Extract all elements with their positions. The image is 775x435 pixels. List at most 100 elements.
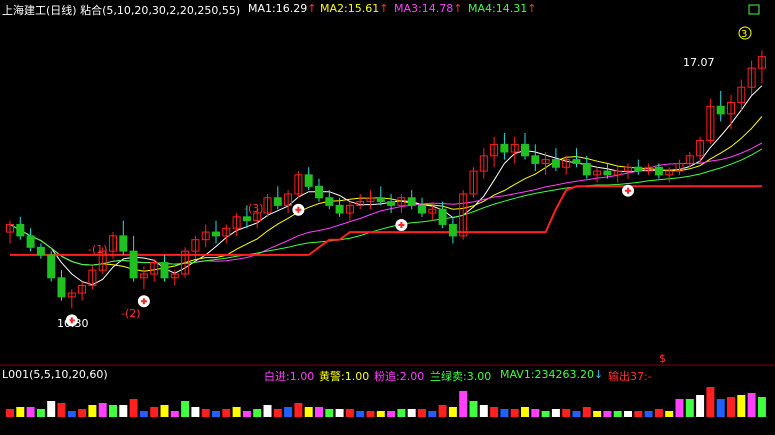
- indicator-bar: [490, 407, 499, 417]
- indicator-bar: [335, 409, 344, 417]
- indicator-name: L001(5,5,10,20,60): [2, 368, 108, 381]
- indicator-bar: [459, 391, 468, 417]
- wave-label-2: -(2): [121, 307, 141, 320]
- candle-body: [654, 166, 663, 176]
- indicator-bar: [325, 409, 334, 417]
- indicator-bar: [294, 403, 303, 417]
- indicator-bar: [479, 405, 488, 417]
- candle-body: [325, 197, 334, 206]
- indicator-bar: [448, 407, 457, 417]
- indicator-bar: [201, 409, 210, 417]
- indicator-huang: 黄警:1.00: [319, 370, 370, 383]
- indicator-bar: [521, 407, 529, 417]
- indicator-bar: [541, 411, 550, 417]
- indicator-bar: [315, 407, 323, 417]
- candle-body: [521, 143, 529, 157]
- wave-label-1: -(1): [88, 243, 108, 256]
- indicator-bar: [469, 401, 478, 417]
- ma1-value: MA1:16.29↑: [248, 2, 317, 15]
- indicator-bar: [36, 409, 45, 417]
- indicator-bar: [366, 411, 375, 417]
- ma2-value: MA2:15.61↑: [320, 2, 389, 15]
- candle-body: [304, 174, 313, 187]
- indicator-bar: [232, 407, 241, 417]
- indicator-bar: [212, 411, 220, 417]
- ma-lines: [9, 85, 763, 286]
- dollar-label: $: [659, 352, 666, 365]
- indicator-bars: [6, 387, 766, 417]
- indicator-bar: [531, 409, 540, 417]
- candles: [6, 50, 766, 309]
- candle-body: [716, 105, 725, 115]
- indicator-bar: [654, 409, 663, 417]
- indicator-bar: [696, 395, 705, 417]
- indicator-bar: [26, 407, 35, 417]
- candle-body: [634, 166, 643, 172]
- indicator-bar: [727, 397, 735, 417]
- high-price-label: 17.07: [683, 56, 715, 69]
- indicator-bar: [418, 409, 426, 417]
- candle-body: [407, 197, 416, 206]
- indicator-bar: [582, 407, 591, 417]
- indicator-bar: [562, 409, 571, 417]
- indicator-bar: [551, 409, 560, 417]
- candle-body: [335, 204, 344, 214]
- candle-body: [26, 235, 35, 248]
- indicator-bar: [603, 411, 612, 417]
- indicator-mav1: MAV1:234263.20↓: [500, 368, 604, 381]
- low-price-label: 10.30: [57, 317, 89, 330]
- candle-body: [16, 223, 25, 237]
- candle-body: [47, 254, 56, 279]
- candle-body: [129, 250, 138, 279]
- indicator-bar: [624, 411, 632, 417]
- indicator-bar: [150, 407, 159, 417]
- wave-label-3: -(3): [244, 202, 264, 215]
- candle-body: [36, 246, 45, 256]
- indicator-bar: [222, 409, 231, 417]
- indicator-bar: [747, 393, 756, 417]
- indicator-bar: [376, 411, 385, 417]
- candle-body: [438, 208, 447, 225]
- indicator-bar: [98, 403, 107, 417]
- indicator-bar: [716, 399, 725, 417]
- ma4-value: MA4:14.31↑: [468, 2, 537, 15]
- candle-body: [448, 223, 457, 237]
- indicator-bar: [572, 411, 581, 417]
- indicator-bar: [67, 411, 76, 417]
- indicator-bar: [634, 411, 643, 417]
- candle-body: [572, 159, 581, 164]
- indicator-bar: [242, 411, 251, 417]
- indicator-bar: [6, 409, 14, 417]
- indicator-bar: [438, 405, 447, 417]
- candle-body: [315, 185, 323, 199]
- candle-body: [551, 159, 560, 168]
- indicator-bar: [706, 387, 715, 417]
- ma3-value: MA3:14.78↑: [394, 2, 463, 15]
- indicator-bar: [119, 405, 128, 417]
- candle-body: [603, 170, 612, 176]
- indicator-bar: [109, 405, 117, 417]
- indicator-bar: [57, 403, 66, 417]
- indicator-bai: 白进:1.00: [264, 370, 315, 383]
- indicator-bar: [387, 411, 396, 417]
- candle-body: [531, 155, 540, 164]
- chart-title: 上海建工(日线) 粘合(5,10,20,30,2,20,250,55): [2, 4, 241, 17]
- indicator-bar: [407, 409, 416, 417]
- mav1-down-arrow: ↓: [594, 368, 604, 381]
- indicator-lan: 兰绿卖:3.00: [430, 370, 492, 383]
- candle-body: [212, 231, 220, 237]
- ma1-up-arrow: ↑: [307, 2, 317, 15]
- candle-body: [160, 262, 169, 279]
- indicator-bar: [181, 401, 190, 417]
- indicator-bar: [78, 409, 87, 417]
- ma3-up-arrow: ↑: [453, 2, 463, 15]
- indicator-bar: [253, 409, 262, 417]
- indicator-bar: [191, 407, 200, 417]
- indicator-fen: 粉追:2.00: [374, 370, 425, 383]
- candle-body: [387, 201, 396, 206]
- indicator-bar: [510, 409, 519, 417]
- indicator-bar: [613, 411, 622, 417]
- indicator-bar: [593, 411, 602, 417]
- candle-body: [119, 235, 128, 252]
- indicator-bar: [428, 411, 437, 417]
